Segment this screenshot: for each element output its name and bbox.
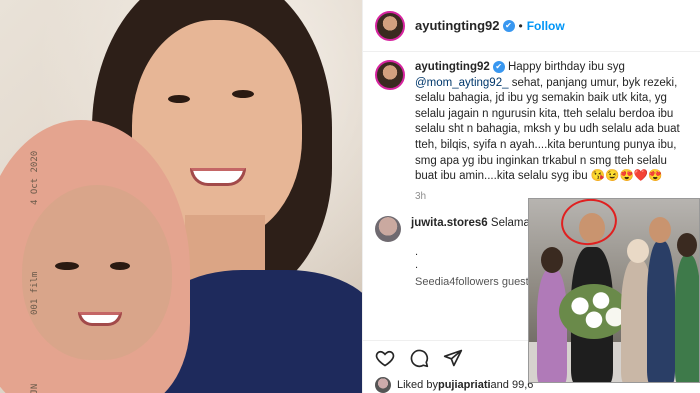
caption-avatar[interactable] bbox=[375, 60, 405, 90]
film-label: 001 film bbox=[30, 271, 40, 315]
verified-icon: ✔ bbox=[492, 60, 505, 73]
separator-dot: • bbox=[518, 18, 523, 33]
highlight-circle bbox=[558, 199, 620, 249]
flower-bouquet bbox=[559, 284, 629, 339]
film-tag: KJN bbox=[30, 383, 40, 393]
post-header: ayutingting92 ✔ • Follow bbox=[363, 0, 700, 52]
caption-mention[interactable]: @mom_ayting92_ bbox=[415, 77, 509, 89]
verified-icon: ✔ bbox=[502, 19, 515, 32]
film-date: 4 Oct 2020 bbox=[30, 150, 40, 205]
post-photo[interactable]: 4 Oct 2020 001 film KJN bbox=[0, 0, 362, 393]
inset-photo bbox=[528, 198, 700, 383]
caption-body: sehat, panjang umur, byk rezeki, selalu … bbox=[415, 76, 680, 183]
caption-username[interactable]: ayutingting92 bbox=[415, 61, 490, 73]
header-username[interactable]: ayutingting92 bbox=[415, 18, 500, 33]
heart-icon[interactable] bbox=[375, 348, 395, 368]
woman-left-face bbox=[22, 185, 172, 360]
liker-username[interactable]: pujiapriati bbox=[438, 379, 491, 391]
comment-icon[interactable] bbox=[409, 348, 429, 368]
follow-button[interactable]: Follow bbox=[527, 19, 565, 33]
comment-avatar[interactable] bbox=[375, 215, 401, 242]
avatar[interactable] bbox=[375, 10, 405, 41]
share-icon[interactable] bbox=[443, 348, 463, 368]
caption-prefix: Happy birthday ibu syg bbox=[507, 61, 625, 73]
comment-username[interactable]: juwita.stores6 bbox=[411, 217, 488, 229]
liker-avatar bbox=[375, 377, 391, 393]
caption-emojis: 😘😉😍❤️😍 bbox=[590, 170, 663, 183]
caption: ayutingting92 ✔ Happy birthday ibu syg @m… bbox=[375, 60, 692, 185]
